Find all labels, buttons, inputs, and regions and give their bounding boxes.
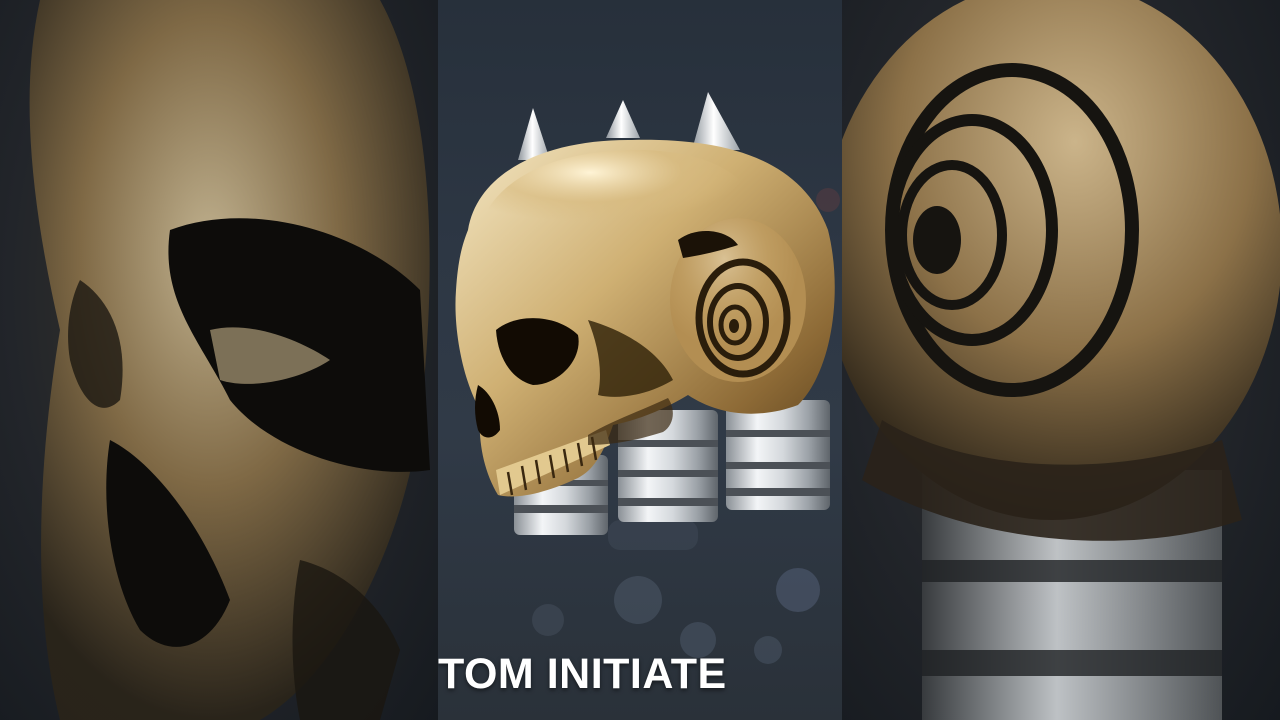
video-caption: TOM INITIATE bbox=[438, 646, 842, 702]
caption-text: TOM INITIATE bbox=[438, 650, 727, 698]
right-blurred-panel bbox=[842, 0, 1280, 720]
center-panel bbox=[438, 0, 842, 720]
zoomed-spiral-horn-icon bbox=[842, 0, 1280, 720]
video-frame: TOM INITIATE bbox=[0, 0, 1280, 720]
zoomed-skull-face-icon bbox=[29, 0, 430, 720]
left-blurred-panel bbox=[0, 0, 438, 720]
golden-skull-with-bullets-icon bbox=[455, 92, 835, 535]
